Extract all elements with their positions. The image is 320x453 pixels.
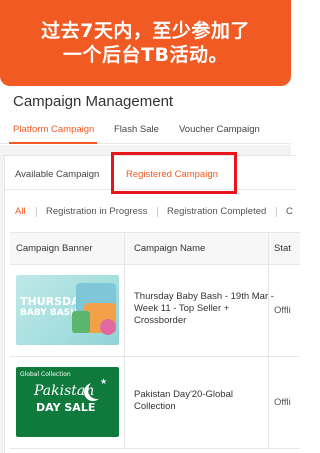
- column-divider: [124, 357, 125, 448]
- column-divider: [268, 233, 269, 264]
- filter-more[interactable]: C: [286, 206, 293, 217]
- campaign-banner-image: Global Collection Pakistan DAY SALE ★: [16, 367, 119, 437]
- header-campaign-banner: Campaign Banner: [16, 243, 93, 254]
- tab-voucher-campaign[interactable]: Voucher Campaign: [179, 124, 260, 135]
- highlight-annotation-box: [111, 152, 237, 194]
- main-tabs: Platform Campaign Flash Sale Voucher Cam…: [0, 118, 291, 144]
- table-row[interactable]: Global Collection Pakistan DAY SALE ★ Pa…: [10, 357, 300, 449]
- column-divider: [124, 265, 125, 356]
- header-status: Stat: [274, 243, 291, 254]
- tab-available-campaign[interactable]: Available Campaign: [15, 169, 99, 180]
- product-image: [72, 311, 90, 333]
- filter-registration-completed[interactable]: Registration Completed: [167, 206, 266, 217]
- campaign-status: Offli: [274, 397, 291, 408]
- filter-all[interactable]: All: [15, 206, 26, 217]
- product-image: [100, 319, 116, 335]
- filter-divider: [157, 207, 158, 217]
- banner-image-subtext: DAY SALE: [36, 401, 96, 414]
- filter-registration-in-progress[interactable]: Registration in Progress: [46, 206, 147, 217]
- banner-image-subtext: BABY BASH: [20, 308, 78, 318]
- banner-image-text: Pakistan: [34, 383, 95, 399]
- sub-tabs: Available Campaign Registered Campaign: [5, 152, 296, 194]
- tab-flash-sale[interactable]: Flash Sale: [114, 124, 159, 135]
- promo-banner-line-2: 一个后台TB活动。: [63, 44, 228, 66]
- promo-banner: 过去7天内，至少参加了 一个后台TB活动。: [0, 0, 291, 86]
- status-filters: All Registration in Progress Registratio…: [5, 198, 296, 226]
- campaign-status: Offli: [274, 305, 291, 316]
- campaign-banner-image: THURSDAY BABY BASH: [16, 275, 119, 345]
- campaign-table: Campaign Banner Campaign Name Stat THURS…: [10, 232, 300, 449]
- campaign-card: Available Campaign Registered Campaign A…: [4, 152, 300, 453]
- star-icon: ★: [100, 377, 108, 386]
- table-row[interactable]: THURSDAY BABY BASH Thursday Baby Bash - …: [10, 265, 300, 357]
- campaign-name[interactable]: Pakistan Day'20-Global Collection: [134, 389, 274, 413]
- filter-divider: [276, 207, 277, 217]
- column-divider: [124, 233, 125, 264]
- page-title: Campaign Management: [13, 93, 174, 110]
- banner-logo: Global Collection: [20, 371, 71, 378]
- header-campaign-name: Campaign Name: [134, 243, 206, 254]
- table-header-row: Campaign Banner Campaign Name Stat: [10, 233, 300, 265]
- active-tab-indicator: [9, 142, 97, 144]
- tab-platform-campaign[interactable]: Platform Campaign: [13, 124, 94, 135]
- campaign-name[interactable]: Thursday Baby Bash - 19th Mar - Week 11 …: [134, 291, 274, 327]
- filter-divider: [36, 207, 37, 217]
- promo-banner-line-1: 过去7天内，至少参加了: [41, 20, 250, 42]
